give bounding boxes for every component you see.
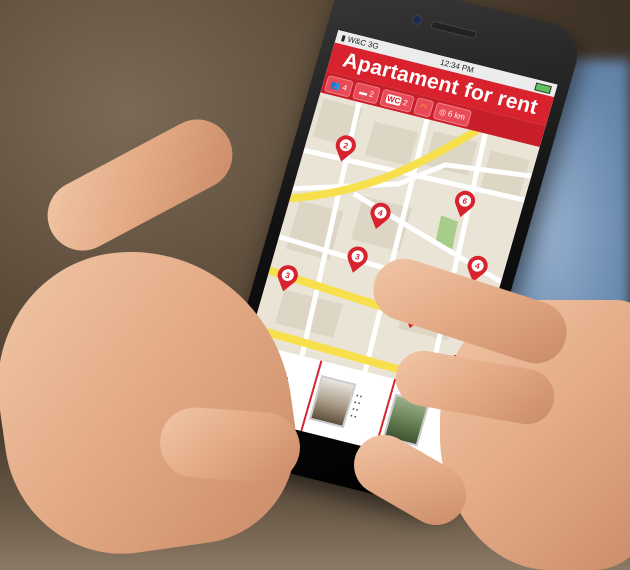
wifi-filter[interactable]: ◠ <box>412 96 435 118</box>
wc-icon: WC <box>385 93 403 106</box>
left-thumb <box>35 107 245 263</box>
left-finger <box>157 405 303 485</box>
front-camera <box>410 13 424 26</box>
wifi-icon: ◠ <box>418 101 429 113</box>
battery-icon <box>534 81 553 94</box>
earpiece <box>430 20 478 40</box>
network-label: 3G <box>366 39 380 52</box>
people-icon: 👥 <box>329 79 343 91</box>
beds-filter[interactable]: ▬ 2 <box>352 81 381 104</box>
location-icon: ◎ <box>438 106 448 117</box>
bed-icon: ▬ <box>358 86 369 98</box>
signal-icon: ▮ <box>340 33 347 43</box>
